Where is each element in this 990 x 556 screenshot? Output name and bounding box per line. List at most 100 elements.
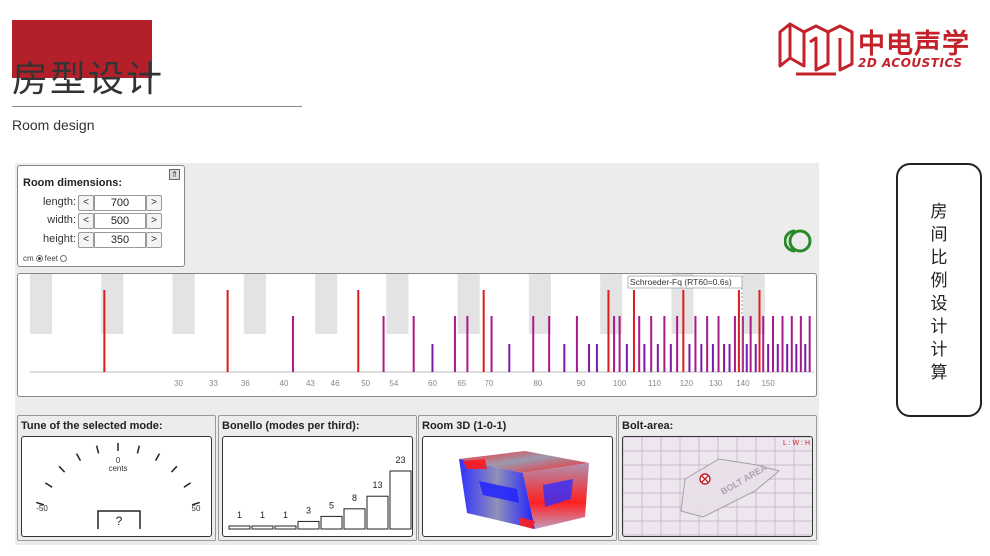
side-note-text: 房间比例设计计算 [898,201,980,385]
side-note-char: 计 [930,317,948,337]
height-increase-button[interactable]: > [146,232,162,248]
side-note-char: 设 [930,294,948,314]
piano-key [172,274,195,334]
width-decrease-button[interactable]: < [78,213,94,229]
x-tick-label: 36 [241,379,250,388]
unit-feet-radio[interactable] [60,255,68,262]
length-input[interactable] [94,195,146,211]
side-note-char: 例 [930,271,948,291]
bonello-value-label: 1 [260,510,265,520]
piano-key [528,274,552,334]
bonello-bar [228,525,251,530]
piano-key [315,274,338,334]
x-tick-label: 33 [209,379,218,388]
length-label: length: [42,196,76,208]
tune-unit-label: cents [108,464,127,473]
gauge-tick [58,465,66,473]
title-divider [12,106,302,107]
piano-key [243,274,266,334]
x-tick-label: 150 [761,379,775,388]
bonello-value-label: 8 [352,493,357,503]
room-modes-plot[interactable]: 30 33 36 40 43 46 50 54 60 65 70 80 90 100 110 120 130 14… [18,274,817,397]
tune-panel: Tune of the selected mode: 0 cents -50 5… [17,415,216,541]
logo-mark-icon [778,22,854,76]
gauge-tick [170,465,178,473]
company-logo: 中电声学 2D ACOUSTICS [776,18,986,82]
side-note-char: 间 [930,225,948,245]
side-note-char: 比 [930,248,948,268]
length-increase-button[interactable]: > [146,195,162,211]
x-tick-label: 43 [306,379,315,388]
x-tick-label: 60 [428,379,437,388]
schroeder-label: Schroeder-Fq (RT60=0.6s) [630,277,732,287]
width-input[interactable] [94,213,146,229]
bolt-ratio-label: L : W : H [783,440,810,447]
room-mode-calculator: Room dimensions: ⇑ length: < > width: < … [15,163,819,545]
x-tick-label: 140 [736,379,750,388]
tune-value: ? [116,514,123,528]
room-dimensions-title: Room dimensions: [23,177,123,189]
length-decrease-button[interactable]: < [78,195,94,211]
bonello-bar [343,508,366,530]
collapse-icon[interactable]: ⇑ [169,169,180,180]
width-row: width: < > [18,213,186,229]
unit-cm-label: cm [23,254,34,263]
bonello-bar [320,515,343,530]
gauge-tick [154,453,161,462]
tune-panel-title: Tune of the selected mode: [21,420,163,432]
bonello-bar [366,495,389,530]
height-label: height: [42,233,76,245]
room-3d-view[interactable] [422,436,613,537]
loading-spinner-icon [784,229,812,253]
bonello-value-label: 23 [395,455,405,465]
x-tick-label: 130 [709,379,723,388]
gauge-tick [75,453,82,462]
unit-selector: cm feet [23,254,68,263]
bolt-area-panel-title: Bolt-area: [622,420,674,432]
side-note-char: 计 [930,340,948,360]
bolt-area-chart[interactable]: BOLT AREA L : W : H [622,436,813,537]
room-3d-panel-title: Room 3D (1-0-1) [422,420,507,432]
logo-text-en: 2D ACOUSTICS [858,56,963,70]
gauge-tick [44,482,53,488]
width-increase-button[interactable]: > [146,213,162,229]
room-3d-panel: Room 3D (1-0-1) [418,415,617,541]
x-tick-label: 100 [613,379,627,388]
x-tick-label: 120 [680,379,694,388]
bonello-value-label: 1 [283,510,288,520]
slide-title: 房型设计 [12,59,165,100]
x-tick-label: 40 [279,379,288,388]
bonello-value-label: 13 [372,480,382,490]
x-tick-label: 46 [331,379,340,388]
length-row: length: < > [18,195,186,211]
side-note-char: 房 [930,202,948,222]
width-label: width: [47,214,76,226]
x-tick-label: 70 [484,379,493,388]
tune-min-label: -50 [36,504,48,513]
bonello-value-label: 1 [237,510,242,520]
height-row: height: < > [18,232,186,248]
piano-key [30,274,53,334]
bonello-value-label: 5 [329,500,334,510]
room-3d-render[interactable] [423,437,613,537]
tune-max-label: 50 [192,504,201,513]
height-input[interactable] [94,232,146,248]
piano-key [386,274,409,334]
bonello-value-label: 3 [306,505,311,515]
bolt-area-panel: Bolt-area: BOLT AREA L : W : H [618,415,817,541]
room-dimensions-panel: Room dimensions: ⇑ length: < > width: < … [17,165,185,267]
unit-cm-radio[interactable] [35,255,43,262]
slide-subtitle: Room design [12,117,95,133]
room-ratio-marker-icon[interactable] [699,473,711,485]
x-tick-label: 90 [577,379,586,388]
piano-key [457,274,480,334]
height-decrease-button[interactable]: < [78,232,94,248]
bonello-panel-title: Bonello (modes per third): [222,420,360,432]
x-tick-label: 54 [389,379,398,388]
room-modes-chart[interactable]: 30 33 36 40 43 46 50 54 60 65 70 80 90 100 110 120 130 14… [17,273,817,397]
bonello-bar [297,520,320,530]
bonello-chart: 1 1 1 3 5 8 13 23 [222,436,413,537]
piano-key [742,274,765,334]
unit-feet-label: feet [44,254,59,263]
bonello-bar [274,525,297,530]
